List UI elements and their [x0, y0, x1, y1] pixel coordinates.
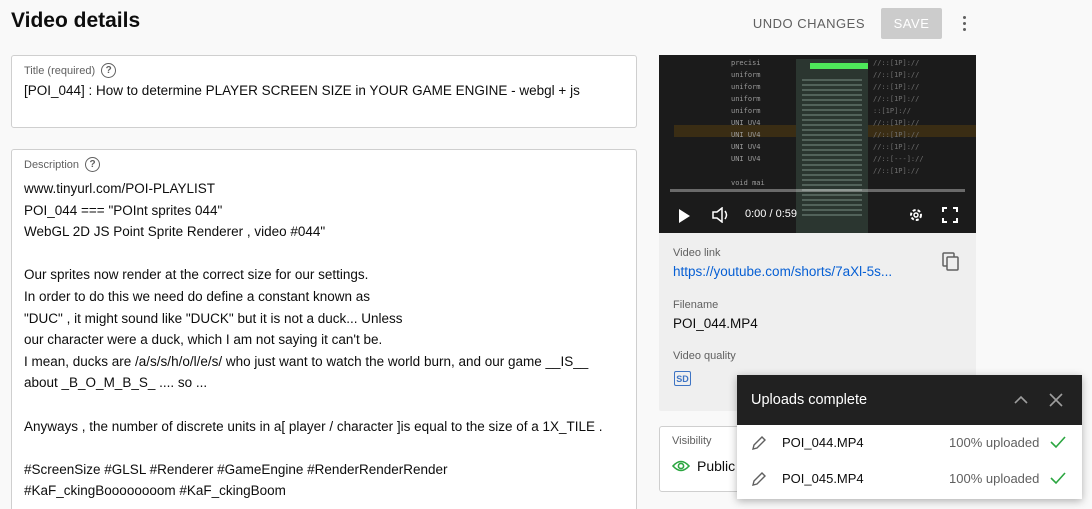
description-line: our character were a duck, which I am no…: [24, 332, 383, 348]
upload-row: POI_044.MP4 100% uploaded: [737, 426, 1082, 462]
more-vert-icon[interactable]: [956, 12, 972, 36]
video-controls: 0:00 / 0:59: [659, 203, 976, 227]
description-label: Description: [24, 158, 80, 171]
filename-value: POI_044.MP4: [673, 316, 758, 331]
video-quality-label: Video quality: [673, 350, 736, 362]
description-line: POI_044 === "POInt sprites 044": [24, 202, 223, 218]
title-input[interactable]: [POI_044] : How to determine PLAYER SCRE…: [24, 83, 624, 98]
video-link[interactable]: https://youtube.com/shorts/7aXl-5s...: [673, 264, 913, 279]
description-line: Our sprites now render at the correct si…: [24, 267, 369, 283]
check-icon: [1050, 436, 1066, 449]
title-label-row: Title (required) ?: [24, 63, 624, 78]
description-line: about _B_O_M_B_S_ .... so ...: [24, 375, 208, 391]
description-line: In order to do this we need do define a …: [24, 288, 370, 304]
description-line: www.tinyurl.com/POI-PLAYLIST: [24, 181, 216, 196]
video-time: 0:00 / 0:59: [745, 208, 797, 220]
title-field[interactable]: Title (required) ? [POI_044] : How to de…: [11, 55, 637, 128]
settings-icon[interactable]: [908, 207, 924, 223]
upload-filename: POI_045.MP4: [782, 471, 864, 486]
chevron-up-icon[interactable]: [1014, 393, 1028, 407]
pencil-icon[interactable]: [751, 435, 767, 451]
header-actions: UNDO CHANGES SAVE: [753, 8, 972, 39]
description-label-row: Description ?: [24, 157, 624, 172]
uploads-header: Uploads complete: [737, 375, 1082, 425]
description-line: Anyways , the number of discrete units i…: [24, 418, 603, 434]
volume-icon[interactable]: [712, 207, 730, 223]
filename-label: Filename: [673, 299, 719, 311]
uploads-title: Uploads complete: [751, 392, 868, 408]
fullscreen-icon[interactable]: [942, 207, 958, 223]
help-icon[interactable]: ?: [101, 63, 117, 78]
pencil-icon[interactable]: [751, 471, 767, 487]
close-icon[interactable]: [1049, 393, 1063, 407]
description-line: [24, 437, 624, 459]
save-button[interactable]: SAVE: [881, 8, 942, 39]
visibility-value: Public: [697, 458, 736, 474]
upload-status: 100% uploaded: [949, 435, 1040, 450]
description-line: I mean, ducks are /a/s/s/h/o/l/e/s/ who …: [24, 353, 589, 369]
description-field[interactable]: Description ? www.tinyurl.com/POI-PLAYLI…: [11, 149, 637, 509]
eye-icon: [672, 460, 690, 472]
title-label: Title (required): [24, 64, 96, 77]
description-input[interactable]: www.tinyurl.com/POI-PLAYLIST POI_044 ===…: [24, 178, 624, 502]
video-side-panel: precisi uniform uniform uniform uniform UNI U…: [659, 55, 976, 411]
video-player[interactable]: precisi uniform uniform uniform uniform UNI U…: [659, 55, 976, 233]
play-icon[interactable]: [679, 209, 690, 223]
description-line: WebGL 2D JS Point Sprite Renderer , vide…: [24, 224, 326, 240]
visibility-label: Visibility: [672, 435, 712, 447]
video-progress-bar[interactable]: [670, 189, 965, 192]
uploads-panel: Uploads complete POI_044.MP4 100% upload…: [737, 375, 1082, 499]
description-line: #ScreenSize #GLSL #Renderer #GameEngine …: [24, 461, 448, 477]
copy-icon[interactable]: [942, 252, 960, 272]
video-link-label: Video link: [673, 247, 721, 259]
sd-quality-icon: SD: [674, 371, 691, 386]
description-line: [24, 394, 624, 416]
description-line: "DUC" , it might sound like "DUCK" but i…: [24, 310, 403, 326]
upload-filename: POI_044.MP4: [782, 435, 864, 450]
description-line: #KaF_ckingBoooooooom #KaF_ckingBoom: [24, 483, 286, 499]
check-icon: [1050, 472, 1066, 485]
help-icon[interactable]: ?: [85, 157, 101, 172]
upload-status: 100% uploaded: [949, 471, 1040, 486]
undo-changes-button[interactable]: UNDO CHANGES: [753, 16, 865, 31]
page-title: Video details: [11, 9, 141, 32]
upload-row: POI_045.MP4 100% uploaded: [737, 462, 1082, 498]
description-line: [24, 243, 624, 265]
